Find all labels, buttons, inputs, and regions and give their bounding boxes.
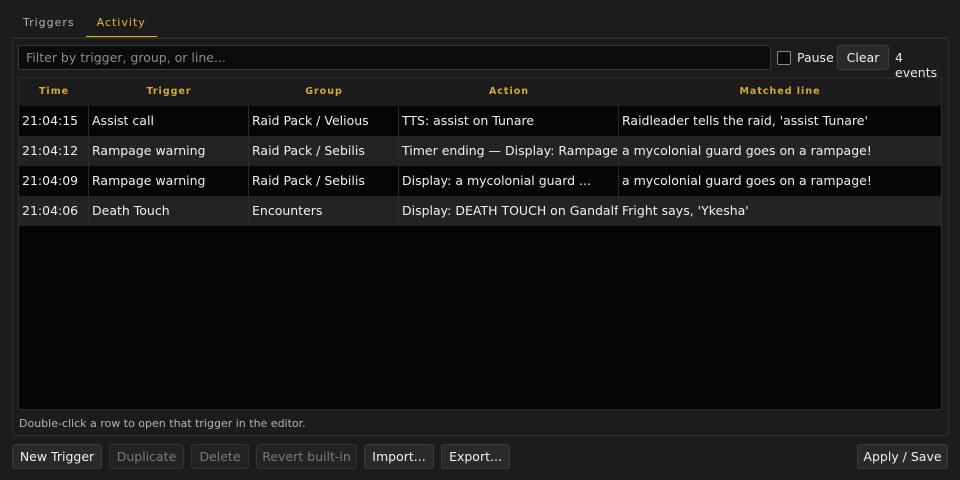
table-row[interactable]: 21:04:06 Death Touch Encounters Display:… xyxy=(19,196,941,226)
column-header-matched-line[interactable]: Matched line xyxy=(619,78,941,106)
cell-action: Display: a mycolonial guard ... xyxy=(399,166,619,196)
tab-triggers[interactable]: Triggers xyxy=(12,10,86,38)
column-header-action[interactable]: Action xyxy=(399,78,619,106)
filter-input[interactable] xyxy=(18,45,771,70)
activity-panel: Pause Clear 4 events Time Trigger Group … xyxy=(12,38,949,436)
table-row[interactable]: 21:04:12 Rampage warning Raid Pack / Seb… xyxy=(19,136,941,166)
hint-text: Double-click a row to open that trigger … xyxy=(19,417,306,430)
column-header-group[interactable]: Group xyxy=(249,78,399,106)
event-count: 4 events xyxy=(895,50,938,80)
cell-group: Raid Pack / Velious xyxy=(249,106,399,136)
cell-trigger: Rampage warning xyxy=(89,166,249,196)
table-row[interactable]: 21:04:15 Assist call Raid Pack / Velious… xyxy=(19,106,941,136)
cell-time: 21:04:06 xyxy=(19,196,89,226)
apply-save-button[interactable]: Apply / Save xyxy=(857,444,948,469)
cell-matched-line: Raidleader tells the raid, 'assist Tunar… xyxy=(622,113,868,128)
export-button[interactable]: Export... xyxy=(441,444,510,469)
tab-bar: Triggers Activity xyxy=(12,10,157,38)
cell-matched-line: Fright says, 'Ykesha' xyxy=(622,203,749,218)
cell-action: Display: DEATH TOUCH on Gandalf ... xyxy=(399,196,619,226)
cell-matched-line: a mycolonial guard goes on a rampage! xyxy=(622,173,872,188)
cell-group: Raid Pack / Sebilis xyxy=(249,136,399,166)
cell-trigger: Rampage warning xyxy=(89,136,249,166)
pause-checkbox[interactable] xyxy=(777,51,791,65)
cell-action: Timer ending — Display: Rampage i... xyxy=(399,136,619,166)
delete-button[interactable]: Delete xyxy=(191,444,249,469)
cell-time: 21:04:12 xyxy=(19,136,89,166)
cell-trigger: Assist call xyxy=(89,106,249,136)
cell-time: 21:04:15 xyxy=(19,106,89,136)
duplicate-button[interactable]: Duplicate xyxy=(109,444,184,469)
clear-button[interactable]: Clear xyxy=(837,45,889,70)
activity-table: Time Trigger Group Action Matched line 2… xyxy=(18,77,942,410)
cell-action: TTS: assist on Tunare xyxy=(399,106,619,136)
cell-group: Raid Pack / Sebilis xyxy=(249,166,399,196)
revert-built-in-button[interactable]: Revert built-in xyxy=(256,444,357,469)
table-row[interactable]: 21:04:09 Rampage warning Raid Pack / Seb… xyxy=(19,166,941,196)
cell-trigger: Death Touch xyxy=(89,196,249,226)
column-header-trigger[interactable]: Trigger xyxy=(89,78,249,106)
cell-time: 21:04:09 xyxy=(19,166,89,196)
cell-matched-line: a mycolonial guard goes on a rampage! xyxy=(622,143,872,158)
column-header-time[interactable]: Time xyxy=(19,78,89,106)
tab-activity[interactable]: Activity xyxy=(85,10,157,38)
cell-group: Encounters xyxy=(249,196,399,226)
pause-label[interactable]: Pause xyxy=(797,50,834,65)
table-body: 21:04:15 Assist call Raid Pack / Velious… xyxy=(19,106,941,226)
new-trigger-button[interactable]: New Trigger xyxy=(12,444,102,469)
import-button[interactable]: Import... xyxy=(364,444,434,469)
table-header: Time Trigger Group Action Matched line xyxy=(19,78,941,106)
